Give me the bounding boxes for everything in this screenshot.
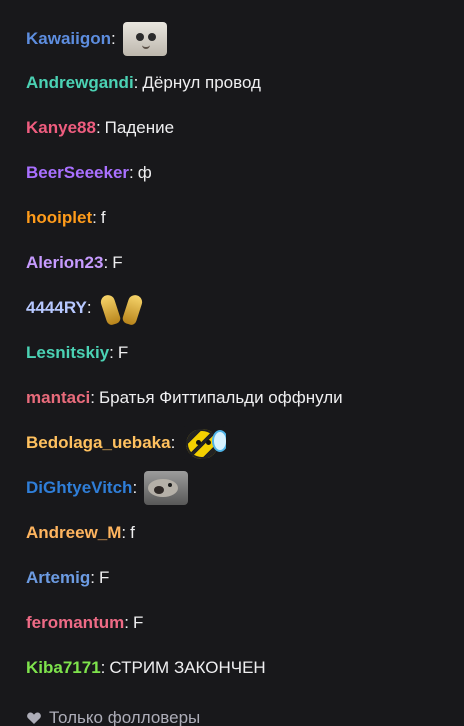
username[interactable]: Artemig [26, 568, 90, 588]
username[interactable]: Bedolaga_uebaka [26, 433, 171, 453]
message-text: Дёрнул провод [142, 73, 261, 92]
bee-emote [182, 426, 227, 460]
chat-message: feromantum: F [26, 613, 144, 633]
message-text: F [98, 568, 110, 587]
chat-message: DiGhtyeVitch: [26, 471, 189, 505]
chat-message: hooiplet: f [26, 208, 106, 228]
chat-message: Artemig: F [26, 568, 110, 588]
message-text: ф [137, 163, 152, 182]
username[interactable]: Kawaiigon [26, 29, 111, 49]
chat-message: Lesnitskiy: F [26, 343, 129, 363]
chat-message: 4444RY: [26, 291, 143, 325]
message-text: F [112, 253, 123, 272]
chat-message: Kiba7171: СТРИМ ЗАКОНЧЕН [26, 658, 266, 678]
chat-message: Kanye88: Падение [26, 118, 175, 138]
message-text: f [100, 208, 106, 227]
fish-emote [144, 471, 189, 505]
username[interactable]: Lesnitskiy [26, 343, 109, 363]
username[interactable]: hooiplet [26, 208, 92, 228]
chat-message: Andrewgandi: Дёрнул провод [26, 73, 261, 93]
username[interactable]: Andrewgandi [26, 73, 134, 93]
chat-message: Alerion23: F [26, 253, 123, 273]
chat-message: Kawaiigon: [26, 22, 167, 56]
username[interactable]: 4444RY [26, 298, 87, 318]
username[interactable]: DiGhtyeVitch [26, 478, 132, 498]
praying-hands-emote [99, 291, 143, 325]
username[interactable]: feromantum [26, 613, 124, 633]
username[interactable]: BeerSeeeker [26, 163, 129, 183]
crying-cat-emote [122, 22, 167, 56]
chat-message: Andreew_M: f [26, 523, 135, 543]
chat-message: Bedolaga_uebaka: [26, 426, 227, 460]
heart-icon [26, 710, 42, 726]
message-text: Падение [104, 118, 175, 137]
chat-message: BeerSeeeker: ф [26, 163, 152, 183]
username[interactable]: mantaci [26, 388, 90, 408]
username[interactable]: Kiba7171 [26, 658, 101, 678]
message-text: F [117, 343, 129, 362]
message-text: Братья Фиттипальди оффнули [98, 388, 343, 407]
message-text: F [132, 613, 144, 632]
username[interactable]: Alerion23 [26, 253, 103, 273]
chat-message: mantaci: Братья Фиттипальди оффнули [26, 388, 343, 408]
message-text: f [130, 523, 135, 542]
username[interactable]: Kanye88 [26, 118, 96, 138]
username[interactable]: Andreew_M [26, 523, 121, 543]
followers-only-indicator[interactable]: Только фолловеры [26, 706, 200, 726]
followers-only-label: Только фолловеры [49, 708, 201, 726]
cut-off-message [0, 0, 464, 8]
chat-panel: Kawaiigon: Andrewgandi: Дёрнул провод Ka… [0, 0, 464, 726]
message-text: СТРИМ ЗАКОНЧЕН [109, 658, 266, 677]
